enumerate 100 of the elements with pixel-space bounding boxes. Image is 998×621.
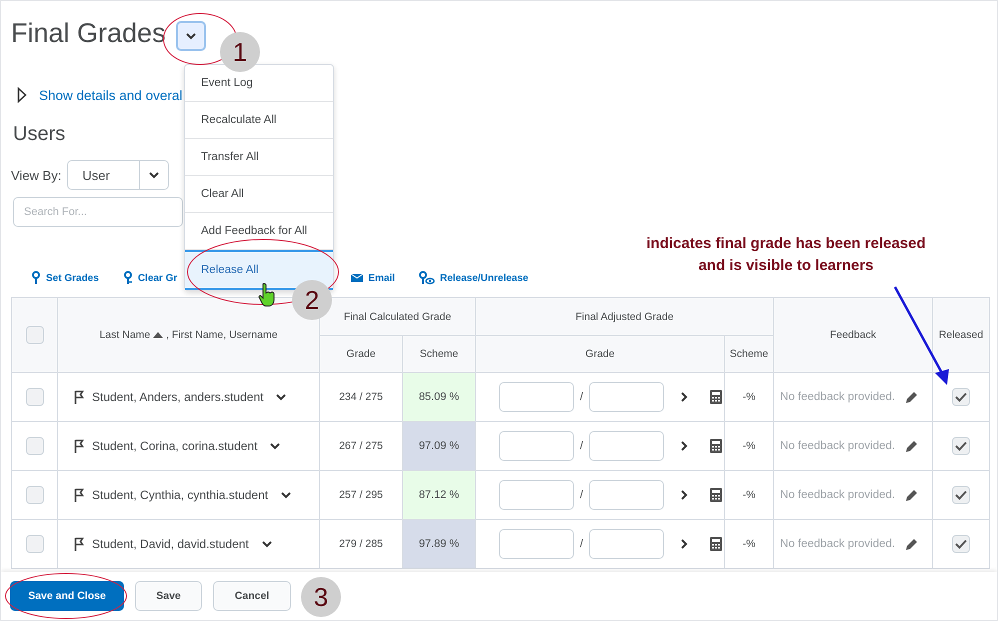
scheme-value: -% (742, 538, 756, 550)
scheme-value: -% (742, 391, 756, 403)
student-name: Student, Anders, anders.student (92, 390, 264, 404)
column-header: Final Calculated Grade (344, 310, 452, 322)
separator-text: / (580, 538, 584, 550)
toolbar-link[interactable]: Set Grades (31, 271, 99, 285)
released-checkbox[interactable] (952, 437, 970, 455)
chevron-down-icon[interactable] (280, 491, 292, 499)
row-checkbox[interactable] (26, 388, 44, 406)
released-checkbox[interactable] (952, 388, 970, 406)
calculator-icon[interactable] (710, 390, 722, 404)
annotation-text: indicates final grade has been released and is visible to learners (645, 234, 927, 276)
page-title: Final Grades (11, 18, 166, 48)
feedback-text: No feedback provided. (780, 538, 896, 550)
column-header: Feedback (830, 329, 876, 341)
chevron-right-icon[interactable] (680, 391, 688, 403)
separator-text: / (580, 391, 584, 403)
toolbar-link[interactable]: Clear Gr (122, 271, 178, 285)
scheme-cell: 97.09 % (402, 422, 476, 470)
flag-icon (74, 537, 86, 551)
chevron-right-icon[interactable] (680, 538, 688, 550)
grade-value: 267 / 275 (339, 440, 383, 452)
row-checkbox[interactable] (26, 486, 44, 504)
actions-menu-button[interactable] (176, 21, 206, 51)
column-header: Released (938, 329, 984, 341)
grade-input[interactable] (499, 529, 574, 559)
flag-icon (74, 439, 86, 453)
student-name: Student, Corina, corina.student (92, 439, 258, 453)
feedback-text: No feedback provided. (780, 440, 896, 452)
scheme-cell: 85.09 % (402, 372, 476, 422)
sort-up-icon (153, 332, 164, 338)
grade-input[interactable] (499, 431, 574, 461)
flag-icon (74, 488, 86, 502)
scheme-cell: 97.89 % (402, 520, 476, 568)
calculator-icon[interactable] (710, 439, 722, 453)
grade-value: 279 / 285 (339, 538, 383, 550)
column-header: Scheme (730, 348, 768, 360)
released-checkbox[interactable] (952, 535, 970, 553)
checkmark-icon (955, 392, 968, 402)
hand-cursor-icon (257, 282, 277, 308)
chevron-down-icon (148, 171, 160, 179)
released-checkbox[interactable] (952, 486, 970, 504)
section-heading: Users (13, 123, 66, 146)
flag-icon (74, 390, 86, 404)
column-header: Grade (585, 348, 615, 360)
toolbar-link[interactable]: Email (351, 272, 395, 284)
chevron-down-icon[interactable] (269, 442, 282, 450)
student-name: Student, Cynthia, cynthia.student (92, 488, 268, 502)
menu-item[interactable]: Clear All (185, 176, 333, 213)
envelope-icon (351, 273, 364, 283)
triangle-right-icon (17, 87, 27, 103)
show-details-link[interactable]: Show details and overal (39, 88, 182, 102)
key-icon (122, 271, 133, 285)
footer-button[interactable]: Cancel (213, 581, 291, 611)
view-by-select[interactable]: User (67, 160, 170, 190)
select-all-checkbox[interactable] (26, 326, 44, 344)
menu-item[interactable]: Recalculate All (185, 102, 333, 139)
step-number: 1 (220, 32, 260, 72)
pencil-icon[interactable] (905, 439, 920, 453)
footer-button[interactable]: Save and Close (10, 581, 124, 611)
calculator-icon[interactable] (710, 537, 722, 551)
chevron-down-icon[interactable] (275, 393, 288, 401)
scheme-value: -% (742, 440, 756, 452)
checkmark-icon (955, 441, 968, 451)
grade-input[interactable] (589, 431, 664, 461)
grade-value: 257 / 295 (339, 489, 383, 501)
pencil-icon[interactable] (905, 488, 920, 502)
row-checkbox[interactable] (26, 535, 44, 553)
column-header: Grade (346, 348, 376, 360)
checkmark-icon (955, 539, 968, 549)
menu-item[interactable]: Release All (185, 250, 333, 290)
column-header: Scheme (420, 348, 458, 360)
pencil-icon[interactable] (905, 390, 920, 404)
scheme-cell: 87.12 % (402, 470, 476, 520)
key-icon (31, 271, 41, 285)
grade-input[interactable] (589, 480, 664, 510)
chevron-right-icon[interactable] (680, 440, 688, 452)
grade-value: 234 / 275 (339, 391, 383, 403)
student-name: Student, David, david.student (92, 537, 249, 551)
view-by-label: View By: (11, 168, 62, 182)
chevron-down-icon (184, 32, 197, 40)
grade-input[interactable] (499, 480, 574, 510)
scheme-value: -% (742, 489, 756, 501)
calculator-icon[interactable] (710, 488, 722, 502)
pencil-icon[interactable] (905, 537, 920, 551)
feedback-text: No feedback provided. (780, 489, 896, 501)
feedback-text: No feedback provided. (780, 391, 896, 403)
search-field[interactable]: Search For... (13, 197, 183, 227)
grade-input[interactable] (499, 382, 574, 412)
toolbar-link[interactable]: Release/Unrelease (418, 271, 528, 285)
grade-input[interactable] (589, 529, 664, 559)
chevron-down-icon[interactable] (260, 540, 273, 548)
chevron-right-icon[interactable] (680, 489, 688, 501)
menu-item[interactable]: Transfer All (185, 139, 333, 176)
footer-button[interactable]: Save (135, 581, 202, 611)
column-header: Final Adjusted Grade (575, 310, 674, 322)
separator-text: / (580, 440, 584, 452)
row-checkbox[interactable] (26, 437, 44, 455)
grade-input[interactable] (589, 382, 664, 412)
column-header[interactable]: Last Name , First Name, Username (99, 329, 278, 341)
